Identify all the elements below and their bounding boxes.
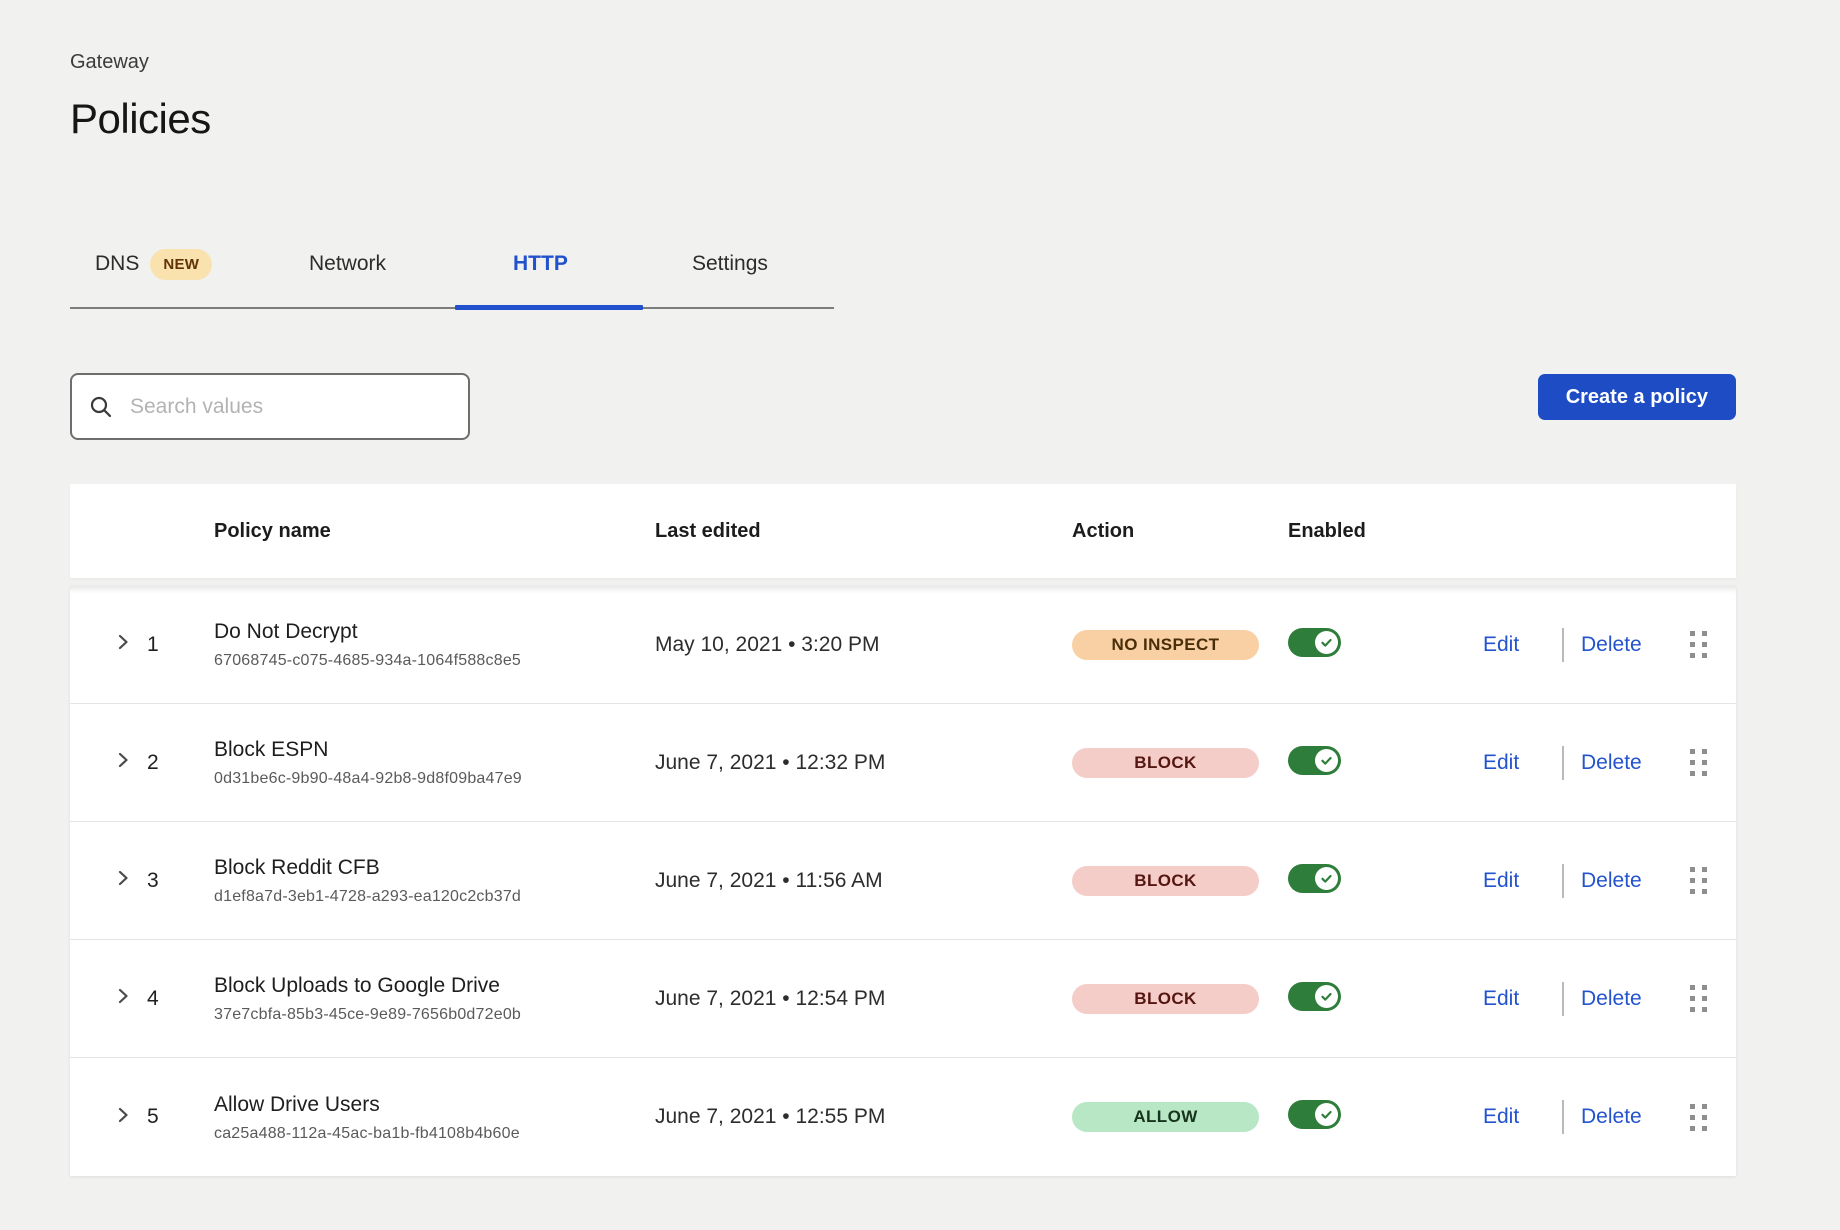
search-input[interactable]: [130, 395, 452, 419]
toggle-check-icon: [1315, 631, 1338, 654]
policy-name: Block ESPN: [214, 737, 655, 763]
table-row: 5 Allow Drive Users ca25a488-112a-45ac-b…: [70, 1058, 1736, 1176]
last-edited: June 7, 2021 • 12:54 PM: [655, 987, 1072, 1011]
drag-handle-icon[interactable]: [1690, 749, 1736, 776]
last-edited: June 7, 2021 • 12:32 PM: [655, 751, 1072, 775]
action-badge: ALLOW: [1072, 1102, 1259, 1132]
edit-link[interactable]: Edit: [1483, 987, 1519, 1011]
policy-name: Block Reddit CFB: [214, 855, 655, 881]
enabled-toggle[interactable]: [1288, 1100, 1341, 1129]
delete-link[interactable]: Delete: [1581, 1105, 1642, 1129]
edit-link[interactable]: Edit: [1483, 1105, 1519, 1129]
search-icon: [88, 394, 114, 420]
breadcrumb: Gateway: [70, 50, 1736, 74]
action-divider: [1562, 1100, 1564, 1134]
search-box[interactable]: [70, 373, 470, 440]
policy-id: ca25a488-112a-45ac-ba1b-fb4108b4b60e: [214, 1125, 655, 1143]
row-index: 2: [147, 751, 214, 775]
expand-chevron-icon[interactable]: [111, 984, 135, 1008]
row-index: 5: [147, 1105, 214, 1129]
tab-network-label: Network: [309, 252, 386, 276]
toggle-check-icon: [1315, 1103, 1338, 1126]
new-badge: NEW: [150, 249, 212, 280]
col-action: Action: [1072, 520, 1288, 543]
expand-chevron-icon[interactable]: [111, 748, 135, 772]
toggle-check-icon: [1315, 867, 1338, 890]
expand-chevron-icon[interactable]: [111, 630, 135, 654]
policy-id: d1ef8a7d-3eb1-4728-a293-ea120c2cb37d: [214, 888, 655, 906]
action-divider: [1562, 864, 1564, 898]
table-row: 4 Block Uploads to Google Drive 37e7cbfa…: [70, 940, 1736, 1058]
active-tab-indicator: [455, 305, 643, 310]
enabled-toggle[interactable]: [1288, 746, 1341, 775]
table-row: 1 Do Not Decrypt 67068745-c075-4685-934a…: [70, 586, 1736, 704]
tab-settings-label: Settings: [692, 252, 768, 276]
col-policy-name: Policy name: [214, 520, 655, 543]
action-divider: [1562, 746, 1564, 780]
delete-link[interactable]: Delete: [1581, 987, 1642, 1011]
enabled-toggle[interactable]: [1288, 982, 1341, 1011]
tab-bar: DNS NEW Network HTTP Settings: [70, 242, 834, 309]
table-row: 3 Block Reddit CFB d1ef8a7d-3eb1-4728-a2…: [70, 822, 1736, 940]
last-edited: June 7, 2021 • 11:56 AM: [655, 869, 1072, 893]
policy-id: 0d31be6c-9b90-48a4-92b8-9d8f09ba47e9: [214, 770, 655, 788]
expand-chevron-icon[interactable]: [111, 866, 135, 890]
page-title: Policies: [70, 94, 1736, 144]
expand-chevron-icon[interactable]: [111, 1103, 135, 1127]
col-last-edited: Last edited: [655, 520, 1072, 543]
action-badge: BLOCK: [1072, 866, 1259, 896]
table-body: 1 Do Not Decrypt 67068745-c075-4685-934a…: [70, 586, 1736, 1176]
drag-handle-icon[interactable]: [1690, 1104, 1736, 1131]
col-enabled: Enabled: [1288, 520, 1483, 543]
tab-http-label: HTTP: [513, 252, 568, 276]
toggle-check-icon: [1315, 749, 1338, 772]
edit-link[interactable]: Edit: [1483, 751, 1519, 775]
policy-id: 67068745-c075-4685-934a-1064f588c8e5: [214, 652, 655, 670]
action-badge: NO INSPECT: [1072, 630, 1259, 660]
tab-settings[interactable]: Settings: [692, 242, 768, 286]
tab-dns[interactable]: DNS NEW: [95, 242, 212, 286]
toggle-check-icon: [1315, 985, 1338, 1008]
last-edited: May 10, 2021 • 3:20 PM: [655, 633, 1072, 657]
edit-link[interactable]: Edit: [1483, 869, 1519, 893]
delete-link[interactable]: Delete: [1581, 869, 1642, 893]
gateway-policies-page: Gateway Policies DNS NEW Network HTTP Se…: [0, 0, 1840, 1176]
row-index: 3: [147, 869, 214, 893]
delete-link[interactable]: Delete: [1581, 633, 1642, 657]
policy-name: Allow Drive Users: [214, 1092, 655, 1118]
policy-name: Do Not Decrypt: [214, 619, 655, 645]
table-header: Policy name Last edited Action Enabled: [70, 484, 1736, 578]
controls-row: Create a policy: [70, 373, 1736, 440]
tab-http[interactable]: HTTP: [513, 242, 568, 286]
action-divider: [1562, 982, 1564, 1016]
drag-handle-icon[interactable]: [1690, 867, 1736, 894]
action-divider: [1562, 628, 1564, 662]
tab-network[interactable]: Network: [309, 242, 386, 286]
enabled-toggle[interactable]: [1288, 628, 1341, 657]
row-index: 4: [147, 987, 214, 1011]
policies-table: Policy name Last edited Action Enabled 1…: [70, 484, 1736, 1176]
enabled-toggle[interactable]: [1288, 864, 1341, 893]
drag-handle-icon[interactable]: [1690, 631, 1736, 658]
action-badge: BLOCK: [1072, 748, 1259, 778]
delete-link[interactable]: Delete: [1581, 751, 1642, 775]
policy-id: 37e7cbfa-85b3-45ce-9e89-7656b0d72e0b: [214, 1006, 655, 1024]
table-row: 2 Block ESPN 0d31be6c-9b90-48a4-92b8-9d8…: [70, 704, 1736, 822]
last-edited: June 7, 2021 • 12:55 PM: [655, 1105, 1072, 1129]
edit-link[interactable]: Edit: [1483, 633, 1519, 657]
drag-handle-icon[interactable]: [1690, 985, 1736, 1012]
row-index: 1: [147, 633, 214, 657]
tab-dns-label: DNS: [95, 252, 139, 276]
create-policy-button[interactable]: Create a policy: [1538, 374, 1736, 420]
policy-name: Block Uploads to Google Drive: [214, 973, 655, 999]
action-badge: BLOCK: [1072, 984, 1259, 1014]
